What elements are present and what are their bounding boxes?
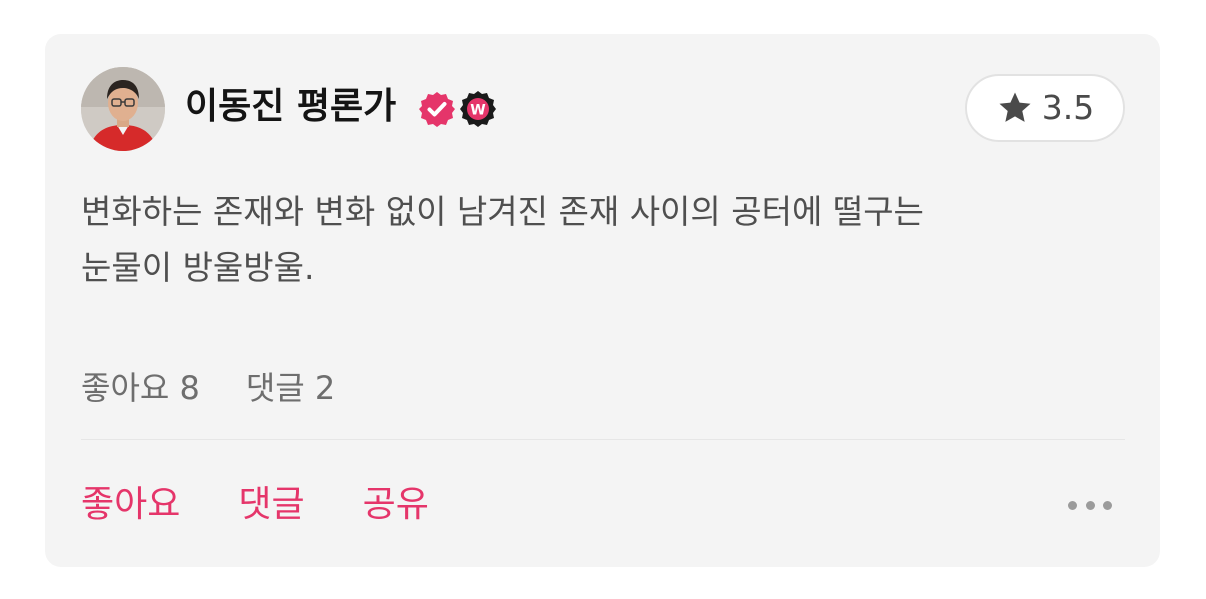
watcha-w-badge-icon: W xyxy=(460,91,496,127)
review-text[interactable]: 변화하는 존재와 변화 없이 남겨진 존재 사이의 공터에 떨구는 눈물이 방울… xyxy=(81,184,1121,296)
rating-badge: 3.5 xyxy=(965,74,1125,142)
person-avatar-icon xyxy=(81,67,165,151)
rating-value: 3.5 xyxy=(1041,88,1095,127)
review-card[interactable]: 이동진 평론가 W 3.5 변화하는 존재와 변화 없이 남겨진 존재 사이의 … xyxy=(45,34,1160,567)
more-horizontal-icon[interactable] xyxy=(1068,492,1112,518)
like-count: 좋아요 8 xyxy=(81,369,200,407)
author-name[interactable]: 이동진 평론가 xyxy=(185,85,396,129)
verified-check-icon xyxy=(419,92,455,127)
divider xyxy=(81,439,1125,440)
comment-button[interactable]: 댓글 xyxy=(238,482,304,528)
review-stats: 좋아요 8 댓글 2 xyxy=(81,366,335,410)
comment-count: 댓글 2 xyxy=(245,369,336,407)
share-button[interactable]: 공유 xyxy=(363,482,429,528)
author-badges: W xyxy=(418,89,498,129)
star-icon xyxy=(999,92,1031,122)
author-avatar[interactable] xyxy=(81,67,165,151)
badge-w-letter: W xyxy=(470,103,485,119)
review-header: 이동진 평론가 W 3.5 xyxy=(81,67,1125,151)
more-dot xyxy=(1068,500,1077,510)
like-button[interactable]: 좋아요 xyxy=(81,482,180,528)
review-text-line: 눈물이 방울방울. xyxy=(81,248,315,287)
review-text-line: 변화하는 존재와 변화 없이 남겨진 존재 사이의 공터에 떨구는 xyxy=(81,192,924,231)
action-bar: 좋아요 댓글 공유 xyxy=(81,482,429,528)
more-dot xyxy=(1085,500,1095,510)
more-dot xyxy=(1103,500,1112,510)
